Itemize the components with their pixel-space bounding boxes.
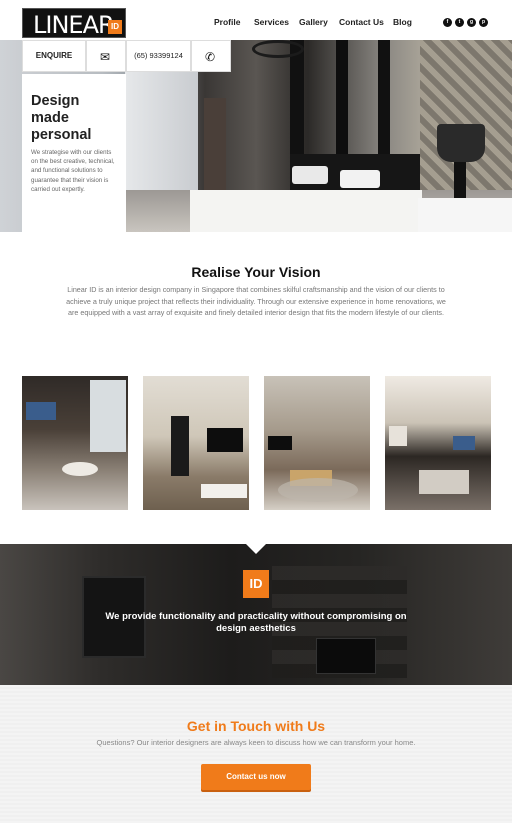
google-plus-icon[interactable]: g: [467, 18, 476, 27]
gallery-thumb-tv-room[interactable]: [143, 376, 249, 510]
phone-number[interactable]: (65) 93399124: [126, 40, 191, 72]
thumb-sofa: [419, 470, 469, 494]
thumb-tv: [26, 402, 56, 420]
nav-item-contact-us[interactable]: Contact Us: [339, 17, 393, 27]
hero-title: Design made personal: [31, 93, 92, 143]
facebook-icon[interactable]: f: [443, 18, 452, 27]
phone-icon: ✆: [205, 50, 216, 64]
hero-door: [204, 98, 226, 190]
hero-wallpaper: [420, 40, 512, 190]
section-notch: [246, 544, 266, 554]
gallery-thumb-dark-lounge[interactable]: [385, 376, 491, 510]
envelope-icon: ✉: [100, 50, 111, 64]
main-nav: Profile Services Gallery Contact Us Blog: [214, 17, 415, 27]
thumb-rug: [278, 478, 358, 502]
nav-item-blog[interactable]: Blog: [393, 17, 415, 27]
thumb-coffee-table: [62, 462, 98, 476]
contact-subtitle: Questions? Our interior designers are al…: [96, 738, 416, 747]
thumb-window: [90, 380, 126, 452]
gallery-thumb-living-room[interactable]: [22, 376, 128, 510]
twitter-icon[interactable]: t: [455, 18, 464, 27]
nav-item-gallery[interactable]: Gallery: [299, 17, 339, 27]
hero-pillow: [292, 166, 328, 184]
intro-text: Linear ID is an interior design company …: [66, 285, 446, 317]
email-button[interactable]: ✉: [86, 40, 126, 72]
call-button[interactable]: ✆: [191, 40, 231, 72]
social-links: f t g p: [443, 18, 488, 27]
logo-badge: ID: [108, 20, 122, 34]
contact-section: [0, 685, 512, 823]
hero-card: Design made personal We strategise with …: [22, 74, 126, 232]
thumb-art: [389, 426, 407, 446]
logo-text: LINEAR: [33, 11, 115, 39]
thumb-rug: [201, 484, 247, 498]
gallery-thumb-lounge[interactable]: [264, 376, 370, 510]
feature-text: We provide functionality and practicalit…: [105, 611, 407, 634]
hero-lamp: [437, 124, 485, 162]
thumb-door: [171, 416, 189, 476]
feature-id-badge: ID: [243, 570, 269, 598]
intro-title: Realise Your Vision: [191, 264, 321, 280]
hero-nightstand: [418, 198, 512, 232]
thumb-tv: [453, 436, 475, 450]
thumb-tv: [268, 436, 292, 450]
hero-text: We strategise with our clients on the be…: [31, 149, 115, 193]
nav-item-services[interactable]: Services: [254, 17, 299, 27]
hero-bed: [190, 190, 422, 232]
site-header: LINEAR ID Profile Services Gallery Conta…: [0, 0, 512, 44]
linear-id-logo[interactable]: LINEAR ID: [22, 8, 126, 39]
thumb-tv: [207, 428, 243, 452]
nav-item-profile[interactable]: Profile: [214, 17, 254, 27]
banner-tv: [316, 638, 376, 674]
enquire-button[interactable]: ENQUIRE: [22, 40, 86, 72]
contact-us-button[interactable]: Contact us now: [201, 764, 311, 790]
hero-chandelier: [252, 40, 304, 58]
contact-title: Get in Touch with Us: [186, 718, 326, 734]
pinterest-icon[interactable]: p: [479, 18, 488, 27]
hero-pillow: [340, 170, 380, 188]
hero-lamp-base: [454, 162, 466, 200]
